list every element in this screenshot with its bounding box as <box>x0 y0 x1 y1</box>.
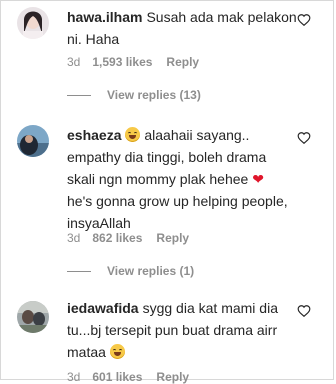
comment-text: hawa.ilham Susah ada mak pelakon ni. Haha <box>67 6 297 50</box>
comment-username[interactable]: eshaeza <box>67 127 121 143</box>
comment-text: eshaeza alaahaii sayang.. empathy dia ti… <box>67 124 297 234</box>
likes-count[interactable]: 1,593 likes <box>92 55 152 69</box>
comment-body-continued: he's gonna grow up helping people, insya… <box>67 193 288 231</box>
comment-meta: 3d 862 likes Reply <box>67 231 203 245</box>
reply-button[interactable]: Reply <box>156 231 189 245</box>
reply-button[interactable]: Reply <box>166 55 199 69</box>
heart-outline-icon[interactable] <box>297 304 311 318</box>
avatar[interactable] <box>17 7 49 39</box>
heart-outline-icon[interactable] <box>297 13 311 27</box>
likes-count[interactable]: 862 likes <box>92 231 142 245</box>
avatar[interactable] <box>17 301 49 333</box>
comment-meta: 3d 1,593 likes Reply <box>67 55 213 69</box>
view-replies-label: View replies (13) <box>107 88 201 102</box>
comment-time[interactable]: 3d <box>67 55 80 69</box>
grinning-face-emoji <box>109 344 125 359</box>
red-heart-emoji: ❤ <box>252 171 264 187</box>
grinning-face-emoji <box>125 127 141 142</box>
heart-outline-icon[interactable] <box>297 131 311 145</box>
comment-username[interactable]: iedawafida <box>67 300 139 316</box>
comment-time[interactable]: 3d <box>67 231 80 245</box>
comment-username[interactable]: hawa.ilham <box>67 9 142 25</box>
divider-line <box>67 271 91 273</box>
divider-line <box>67 95 91 97</box>
avatar[interactable] <box>17 125 49 157</box>
comment-text: iedawafida sygg dia kat mami dia tu...bj … <box>67 297 297 363</box>
view-replies-button[interactable]: View replies (1) <box>67 264 194 278</box>
comments-panel: hawa.ilham Susah ada mak pelakon ni. Haha… <box>0 0 334 384</box>
view-replies-button[interactable]: View replies (13) <box>67 88 201 102</box>
view-replies-label: View replies (1) <box>107 264 195 278</box>
